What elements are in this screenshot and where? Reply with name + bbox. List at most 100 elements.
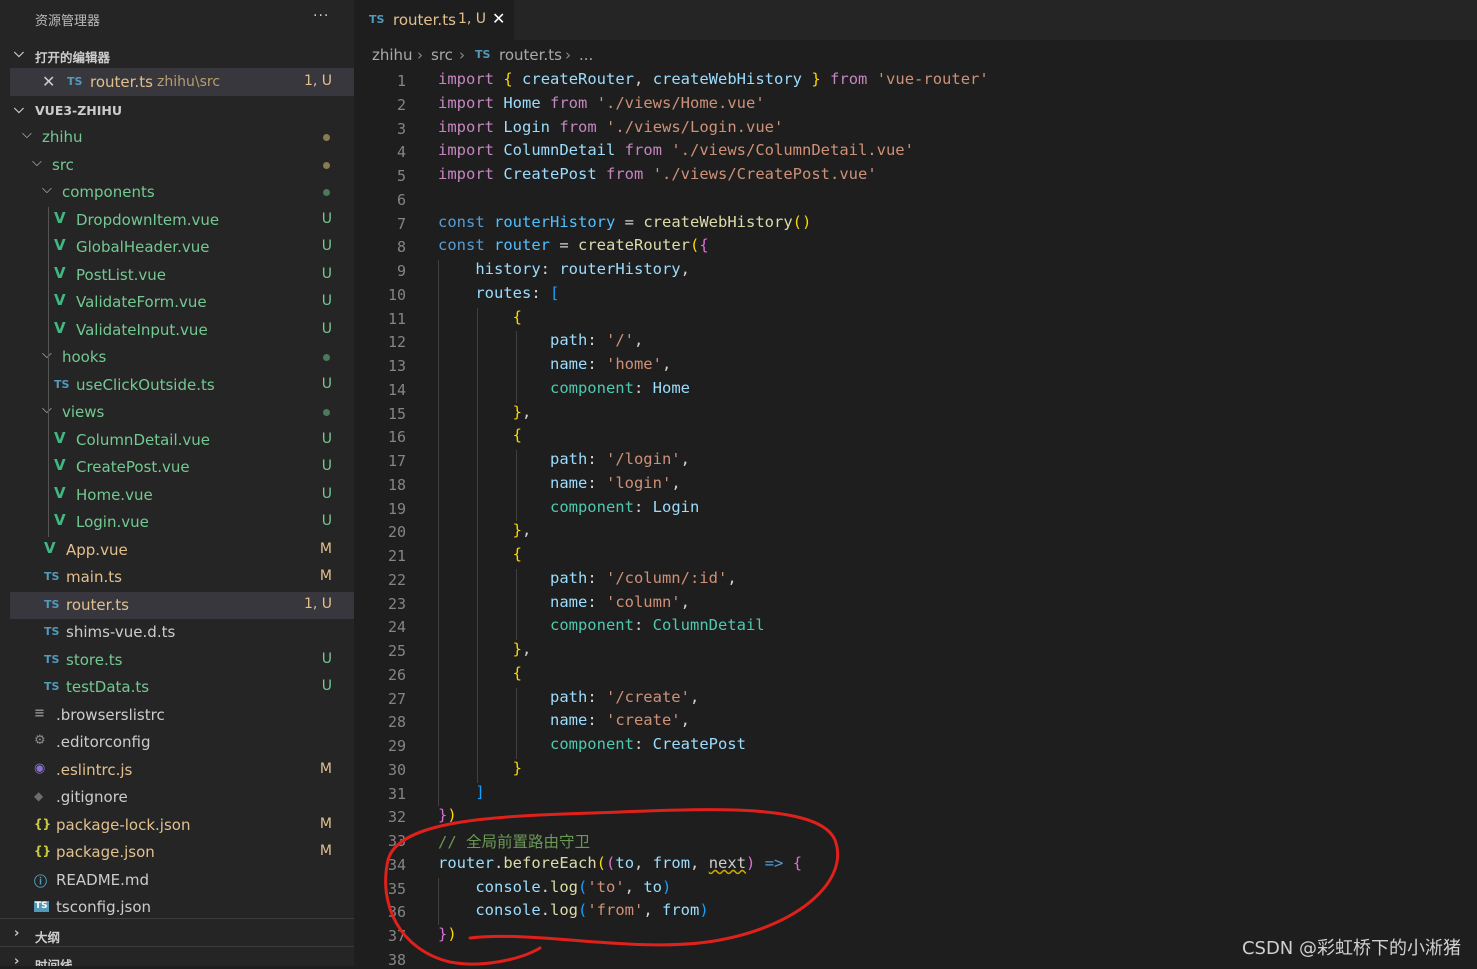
open-editors-header[interactable]: ⌵ 打开的编辑器 — [0, 42, 354, 68]
explorer-sidebar: 资源管理器 ··· ⌵ 打开的编辑器 ✕ TS router.ts zhihu\… — [0, 0, 354, 966]
file-item[interactable]: V Login.vue U — [10, 509, 354, 536]
code-line[interactable]: ] — [438, 783, 484, 801]
code-line[interactable]: path: '/', — [438, 331, 643, 349]
breadcrumb-src[interactable]: src — [431, 46, 453, 64]
file-tree-label: ValidateForm.vue — [76, 293, 207, 311]
code-line[interactable]: { — [438, 308, 522, 326]
file-item[interactable]: TS shims-vue.d.ts — [10, 619, 354, 646]
code-editor[interactable]: 1 import { createRouter, createWebHistory… — [354, 68, 1477, 969]
file-item[interactable]: ◉ .eslintrc.js M — [10, 757, 354, 784]
file-item[interactable]: TS useClickOutside.ts U — [10, 372, 354, 399]
file-item[interactable]: V ColumnDetail.vue U — [10, 427, 354, 454]
close-icon[interactable]: ✕ — [42, 72, 55, 91]
code-line[interactable]: name: 'home', — [438, 355, 671, 373]
folder-item[interactable]: ⌵ views — [10, 399, 354, 426]
code-line[interactable]: history: routerHistory, — [438, 260, 690, 278]
typescript-file-icon: TS — [369, 13, 385, 26]
code-line[interactable]: { — [438, 664, 522, 682]
open-editor-name: router.ts — [90, 73, 153, 91]
file-item[interactable]: TS testData.ts U — [10, 674, 354, 701]
code-line[interactable]: const router = createRouter({ — [438, 236, 709, 254]
file-item[interactable]: TS tsconfig.json — [10, 894, 354, 921]
file-item[interactable]: {} package.json M — [10, 839, 354, 866]
breadcrumb-zhihu[interactable]: zhihu — [372, 46, 413, 64]
code-line[interactable]: import Home from './views/Home.vue' — [438, 94, 765, 112]
timeline-header[interactable]: › 时间线 — [0, 950, 354, 966]
breadcrumb-symbol[interactable]: ... — [579, 46, 593, 64]
code-line[interactable]: name: 'column', — [438, 593, 690, 611]
file-item[interactable]: ⚙ .editorconfig — [10, 729, 354, 756]
line-number: 30 — [387, 760, 406, 779]
folder-item[interactable]: ⌵ zhihu — [10, 124, 354, 151]
close-icon[interactable]: ✕ — [492, 9, 505, 28]
code-line[interactable]: console.log('from', from) — [438, 901, 708, 919]
folder-item[interactable]: ⌵ hooks — [10, 344, 354, 371]
code-line[interactable]: path: '/login', — [438, 450, 690, 468]
code-line[interactable]: }) — [438, 806, 457, 824]
file-item[interactable]: V CreatePost.vue U — [10, 454, 354, 481]
file-item[interactable]: TS store.ts U — [10, 647, 354, 674]
code-line[interactable]: router.beforeEach((to, from, next) => { — [438, 854, 802, 872]
folder-item[interactable]: ⌵ src — [10, 152, 354, 179]
code-line[interactable]: const routerHistory = createWebHistory() — [438, 213, 811, 231]
file-item[interactable]: V PostList.vue U — [10, 262, 354, 289]
code-line[interactable]: console.log('to', to) — [438, 878, 671, 896]
file-item[interactable]: V App.vue M — [10, 537, 354, 564]
vue-file-icon: V — [54, 236, 66, 254]
code-line[interactable]: }, — [438, 521, 532, 539]
indent-guide — [516, 568, 517, 640]
code-line[interactable]: component: ColumnDetail — [438, 616, 765, 634]
code-line[interactable]: }) — [438, 925, 457, 943]
file-item[interactable]: ⓘ README.md — [10, 867, 354, 894]
file-item[interactable]: ≡ .browserslistrc — [10, 702, 354, 729]
file-tree-label: GlobalHeader.vue — [76, 238, 210, 256]
more-actions-icon[interactable]: ··· — [313, 8, 329, 24]
git-status-badge: U — [321, 650, 332, 667]
folder-item[interactable]: ⌵ components — [10, 179, 354, 206]
file-item[interactable]: V GlobalHeader.vue U — [10, 234, 354, 261]
code-line[interactable]: import Login from './views/Login.vue' — [438, 118, 783, 136]
code-line[interactable]: { — [438, 426, 522, 444]
file-item[interactable]: V ValidateInput.vue U — [10, 317, 354, 344]
file-item[interactable]: {} package-lock.json M — [10, 812, 354, 839]
code-line[interactable]: // 全局前置路由守卫 — [438, 830, 590, 852]
line-number: 21 — [387, 547, 406, 565]
code-line[interactable]: } — [438, 759, 522, 777]
file-tree-label: .gitignore — [56, 788, 128, 806]
line-number: 22 — [387, 570, 406, 589]
code-line[interactable]: }, — [438, 640, 532, 658]
code-line[interactable]: import { createRouter, createWebHistory … — [438, 70, 989, 88]
code-line[interactable]: component: Home — [438, 379, 690, 397]
file-item[interactable]: V Home.vue U — [10, 482, 354, 509]
code-line[interactable]: path: '/column/:id', — [438, 569, 737, 587]
file-tree-label: .editorconfig — [56, 733, 151, 751]
chevron-down-icon: ⌵ — [32, 154, 42, 170]
code-line[interactable]: name: 'create', — [438, 711, 690, 729]
outline-header[interactable]: › 大纲 — [0, 922, 354, 948]
project-header[interactable]: ⌵ VUE3-ZHIHU — [0, 98, 354, 124]
code-line[interactable]: component: CreatePost — [438, 735, 746, 753]
breadcrumb-router-ts[interactable]: router.ts — [499, 46, 562, 64]
tab-router-ts[interactable]: TS router.ts 1, U ✕ — [354, 0, 514, 40]
code-line[interactable]: { — [438, 545, 522, 563]
code-line[interactable]: routes: [ — [438, 284, 559, 302]
code-line[interactable]: import ColumnDetail from './views/Column… — [438, 141, 914, 159]
file-item[interactable]: V DropdownItem.vue U — [10, 207, 354, 234]
git-status-dot — [323, 134, 330, 141]
file-item[interactable]: TS router.ts 1, U — [10, 591, 354, 619]
chevron-down-icon: ⌵ — [42, 182, 52, 197]
open-editor-item[interactable]: ✕ TS router.ts zhihu\src 1, U — [10, 68, 354, 96]
file-item[interactable]: V ValidateForm.vue U — [10, 289, 354, 316]
code-line[interactable]: name: 'login', — [438, 474, 681, 492]
file-item[interactable]: ◆ .gitignore — [10, 784, 354, 811]
line-number: 37 — [387, 927, 406, 945]
file-tree-label: shims-vue.d.ts — [66, 623, 176, 641]
explorer-title: 资源管理器 — [35, 14, 101, 29]
code-line[interactable]: }, — [438, 403, 532, 421]
chevron-down-icon: ⌵ — [14, 102, 24, 117]
code-line[interactable]: import CreatePost from './views/CreatePo… — [438, 165, 877, 183]
line-number: 20 — [387, 523, 406, 542]
json-braces-icon: {} — [34, 816, 52, 831]
file-item[interactable]: TS main.ts M — [10, 564, 354, 591]
git-status-badge: U — [321, 238, 332, 254]
